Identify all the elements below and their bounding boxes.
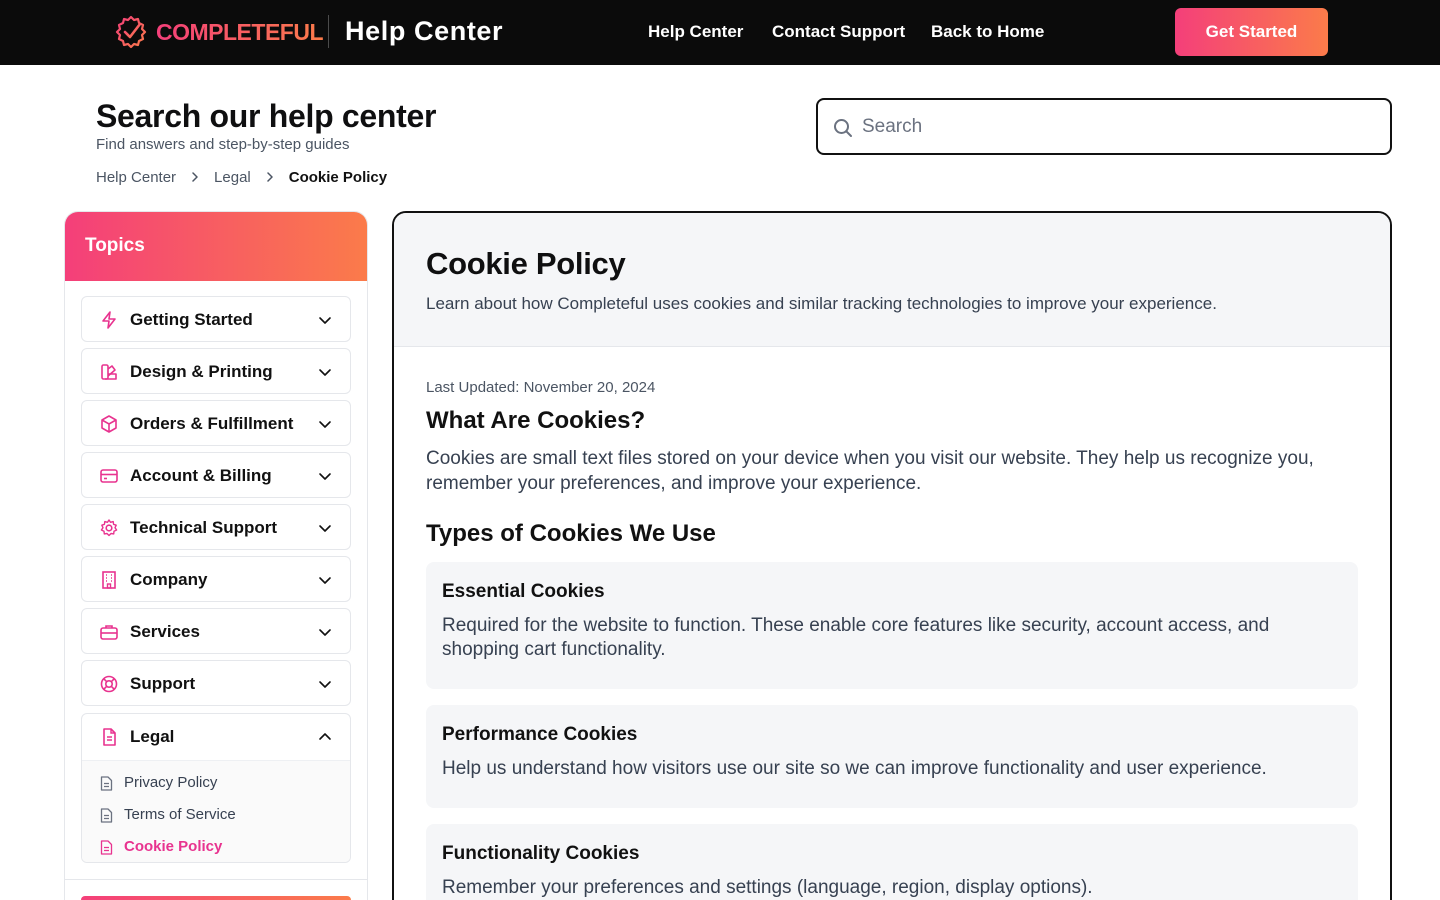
subtopic-cookie-policy[interactable]: Cookie Policy: [82, 831, 350, 862]
chevron-down-icon: [319, 577, 331, 584]
credit-card-icon: [100, 469, 118, 483]
subtopic-label: Cookie Policy: [124, 838, 223, 855]
topic-services[interactable]: Services: [81, 608, 351, 654]
topic-design-printing[interactable]: Design & Printing: [81, 348, 351, 394]
chevron-down-icon: [319, 525, 331, 532]
topic-getting-started[interactable]: Getting Started: [81, 296, 351, 342]
document-icon: [100, 808, 113, 823]
article-description: Learn about how Completeful uses cookies…: [426, 294, 1217, 313]
chevron-down-icon: [319, 317, 331, 324]
cookie-card-text: Required for the website to function. Th…: [442, 615, 1270, 660]
get-started-button[interactable]: Get Started: [1175, 8, 1328, 56]
chevron-down-icon: [319, 421, 331, 428]
cookie-card-functionality: Functionality Cookies Remember your pref…: [426, 824, 1358, 900]
gear-icon: [100, 519, 118, 537]
chevron-down-icon: [319, 473, 331, 480]
cookie-card-title: Functionality Cookies: [442, 843, 640, 864]
search-icon: [834, 119, 852, 137]
cookie-card-performance: Performance Cookies Help us understand h…: [426, 705, 1358, 808]
search-box[interactable]: [816, 98, 1392, 155]
subtopic-label: Privacy Policy: [124, 774, 218, 791]
chevron-up-icon: [319, 733, 331, 740]
topic-legal[interactable]: Legal: [82, 714, 350, 760]
topic-label: Orders & Fulfillment: [130, 414, 294, 433]
cookie-card-essential: Essential Cookies Required for the websi…: [426, 562, 1358, 689]
topic-label: Support: [130, 674, 196, 693]
sidebar-title: Topics: [65, 212, 367, 281]
page-subtitle: Find answers and step-by-step guides: [96, 136, 350, 153]
chevron-right-icon: [192, 172, 198, 182]
legal-subtopics: Privacy Policy Terms of Service Cookie P…: [82, 760, 350, 862]
topic-legal-expanded: Legal Privacy Policy Terms of Service Co…: [81, 713, 351, 863]
cookie-card-title: Essential Cookies: [442, 581, 605, 602]
subtopic-label: Terms of Service: [124, 806, 236, 823]
completeful-logo-icon[interactable]: [114, 14, 148, 50]
topic-label: Design & Printing: [130, 362, 273, 381]
last-updated: Last Updated: November 20, 2024: [426, 379, 656, 396]
breadcrumb-legal[interactable]: Legal: [214, 169, 251, 186]
document-icon: [100, 776, 113, 791]
box-icon: [101, 415, 117, 433]
search-input[interactable]: [862, 110, 1372, 144]
brand-name[interactable]: COMPLETEFUL: [156, 18, 324, 46]
nav-back-to-home-link[interactable]: Back to Home: [931, 21, 1044, 43]
nav-contact-support-link[interactable]: Contact Support: [772, 21, 905, 43]
topic-account-billing[interactable]: Account & Billing: [81, 452, 351, 498]
topic-label: Legal: [130, 727, 175, 746]
building-icon: [102, 571, 116, 589]
topic-label: Services: [130, 622, 200, 641]
section-heading-types-of-cookies: Types of Cookies We Use: [426, 520, 716, 547]
lightning-icon: [102, 311, 116, 329]
top-navigation-bar: COMPLETEFUL Help Center Help Center Cont…: [0, 0, 1440, 65]
topic-label: Getting Started: [130, 310, 253, 329]
subtopic-terms-of-service[interactable]: Terms of Service: [82, 799, 350, 831]
chevron-right-icon: [267, 172, 273, 182]
breadcrumb-help-center[interactable]: Help Center: [96, 169, 176, 186]
topic-company[interactable]: Company: [81, 556, 351, 602]
briefcase-icon: [100, 625, 118, 640]
chevron-down-icon: [319, 681, 331, 688]
page-title: Search our help center: [96, 98, 437, 134]
sidebar-divider: [65, 879, 367, 880]
cookie-card-text: Help us understand how visitors use our …: [442, 758, 1267, 779]
document-icon: [103, 728, 116, 746]
article-panel: Cookie Policy Learn about how Completefu…: [392, 211, 1392, 900]
breadcrumb-current: Cookie Policy: [288, 168, 388, 186]
section-heading-what-are-cookies: What Are Cookies?: [426, 407, 646, 434]
cookie-card-title: Performance Cookies: [442, 724, 638, 745]
nav-help-center-link[interactable]: Help Center: [648, 21, 743, 43]
article-header: Cookie Policy Learn about how Completefu…: [394, 213, 1390, 347]
lifebuoy-icon: [100, 675, 118, 693]
topic-label: Account & Billing: [130, 466, 272, 485]
article-title: Cookie Policy: [426, 246, 626, 281]
chevron-down-icon: [319, 369, 331, 376]
topic-orders-fulfillment[interactable]: Orders & Fulfillment: [81, 400, 351, 446]
topic-label: Company: [130, 570, 208, 589]
section-text-what-are-cookies: Cookies are small text files stored on y…: [426, 448, 1314, 494]
topic-support[interactable]: Support: [81, 660, 351, 706]
sidebar-contact-button[interactable]: [81, 896, 351, 900]
swatch-icon: [101, 364, 117, 380]
document-icon: [100, 840, 113, 855]
help-center-title: Help Center: [345, 16, 504, 46]
topics-sidebar: Topics Getting Started Design & Printing…: [64, 211, 368, 900]
topic-technical-support[interactable]: Technical Support: [81, 504, 351, 550]
article-body: Last Updated: November 20, 2024 What Are…: [394, 347, 1390, 900]
chevron-down-icon: [319, 629, 331, 636]
subtopic-privacy-policy[interactable]: Privacy Policy: [82, 767, 350, 799]
header-divider: [328, 15, 329, 48]
cookie-card-text: Remember your preferences and settings (…: [442, 877, 1093, 898]
breadcrumb: Help Center Legal Cookie Policy: [96, 167, 387, 187]
topic-label: Technical Support: [130, 518, 278, 537]
